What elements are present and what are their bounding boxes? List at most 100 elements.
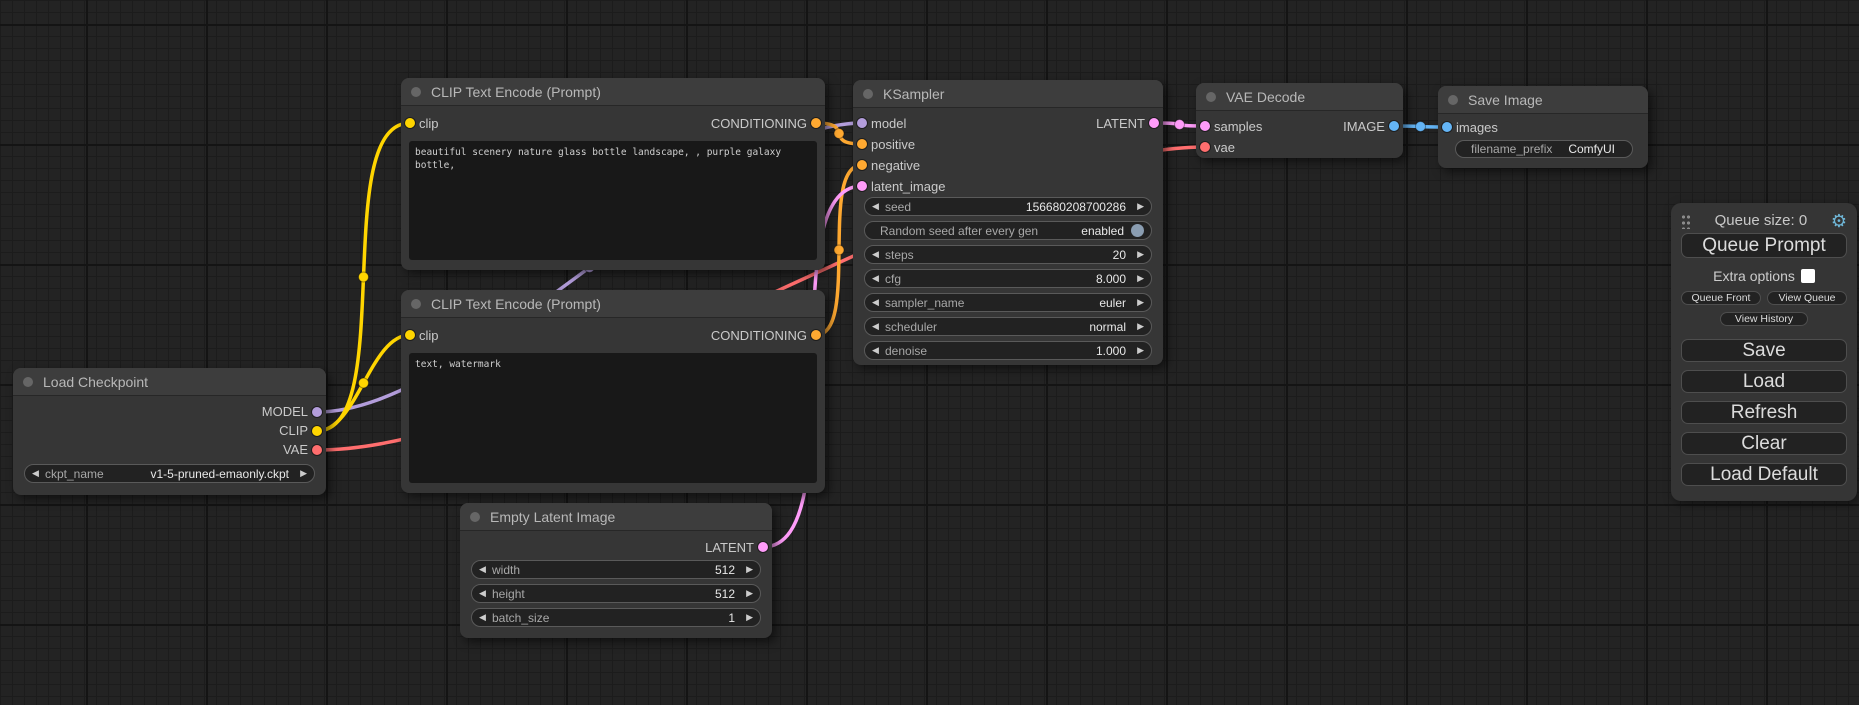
- decrement-arrow-icon[interactable]: ◀: [479, 612, 492, 623]
- collapse-dot-icon[interactable]: [1206, 92, 1216, 102]
- input-port-vae[interactable]: [1200, 142, 1210, 152]
- increment-arrow-icon[interactable]: ▶: [1131, 273, 1144, 284]
- decrement-arrow-icon[interactable]: ◀: [872, 273, 885, 284]
- increment-arrow-icon[interactable]: ▶: [740, 564, 753, 575]
- output-port-vae[interactable]: [312, 445, 322, 455]
- output-port-model[interactable]: [312, 407, 322, 417]
- node-clip-text-encode-negative[interactable]: CLIP Text Encode (Prompt) clip CONDITION…: [401, 290, 825, 493]
- input-port-positive[interactable]: [857, 139, 867, 149]
- clear-button[interactable]: Clear: [1681, 432, 1847, 455]
- decrement-arrow-icon[interactable]: ◀: [872, 297, 885, 308]
- sampler-name-widget[interactable]: ◀ sampler_name euler ▶: [864, 293, 1152, 312]
- settings-gear-icon[interactable]: ⚙: [1831, 213, 1847, 229]
- save-button[interactable]: Save: [1681, 339, 1847, 362]
- node-save-image[interactable]: Save Image images filename_prefix ComfyU…: [1438, 86, 1648, 168]
- link-midpoint-dot-image-to-save[interactable]: [1416, 122, 1426, 132]
- input-label-samples: samples: [1214, 119, 1262, 134]
- decrement-arrow-icon[interactable]: ◀: [872, 249, 885, 260]
- ckpt-name-widget[interactable]: ◀ ckpt_name v1-5-pruned-emaonly.ckpt ▶: [24, 464, 315, 483]
- node-title: CLIP Text Encode (Prompt): [431, 84, 601, 100]
- node-title-bar[interactable]: Empty Latent Image: [460, 503, 772, 531]
- input-port-samples[interactable]: [1200, 121, 1210, 131]
- node-ksampler[interactable]: KSampler model LATENT positive negative …: [853, 80, 1163, 365]
- collapse-dot-icon[interactable]: [411, 299, 421, 309]
- increment-arrow-icon[interactable]: ▶: [740, 588, 753, 599]
- queue-prompt-button[interactable]: Queue Prompt: [1681, 233, 1847, 258]
- node-vae-decode[interactable]: VAE Decode samples IMAGE vae: [1196, 83, 1403, 158]
- decrement-arrow-icon[interactable]: ◀: [479, 588, 492, 599]
- decrement-arrow-icon[interactable]: ◀: [479, 564, 492, 575]
- link-midpoint-dot-negative-conditioning[interactable]: [834, 245, 844, 255]
- increment-arrow-icon[interactable]: ▶: [1131, 321, 1144, 332]
- load-default-button[interactable]: Load Default: [1681, 463, 1847, 486]
- input-port-images[interactable]: [1442, 122, 1452, 132]
- decrement-arrow-icon[interactable]: ◀: [872, 201, 885, 212]
- increment-arrow-icon[interactable]: ▶: [1131, 201, 1144, 212]
- link-midpoint-dot-clip-to-negative-encode[interactable]: [359, 378, 369, 388]
- increment-arrow-icon[interactable]: ▶: [1131, 345, 1144, 356]
- queue-size-label: Queue size: 0: [1691, 212, 1831, 229]
- input-port-model[interactable]: [857, 118, 867, 128]
- view-queue-button[interactable]: View Queue: [1767, 291, 1847, 305]
- increment-arrow-icon[interactable]: ▶: [294, 468, 307, 479]
- view-history-button[interactable]: View History: [1720, 312, 1808, 326]
- link-midpoint-dot-positive-conditioning[interactable]: [834, 129, 844, 139]
- queue-front-button[interactable]: Queue Front: [1681, 291, 1761, 305]
- seed-widget[interactable]: ◀ seed 156680208700286 ▶: [864, 197, 1152, 216]
- node-title-bar[interactable]: CLIP Text Encode (Prompt): [401, 290, 825, 318]
- height-widget[interactable]: ◀ height 512 ▶: [471, 584, 761, 603]
- node-title: KSampler: [883, 86, 944, 102]
- node-title-bar[interactable]: VAE Decode: [1196, 83, 1403, 111]
- output-port-clip[interactable]: [312, 426, 322, 436]
- toggle-dot-icon[interactable]: [1131, 224, 1144, 237]
- node-clip-text-encode-positive[interactable]: CLIP Text Encode (Prompt) clip CONDITION…: [401, 78, 825, 270]
- collapse-dot-icon[interactable]: [1448, 95, 1458, 105]
- increment-arrow-icon[interactable]: ▶: [740, 612, 753, 623]
- decrement-arrow-icon[interactable]: ◀: [872, 321, 885, 332]
- output-label-vae: VAE: [283, 442, 308, 457]
- node-title-bar[interactable]: CLIP Text Encode (Prompt): [401, 78, 825, 106]
- link-midpoint-dot-clip-to-positive-encode[interactable]: [359, 272, 369, 282]
- node-title-bar[interactable]: KSampler: [853, 80, 1163, 108]
- node-title-bar[interactable]: Save Image: [1438, 86, 1648, 114]
- scheduler-widget[interactable]: ◀ scheduler normal ▶: [864, 317, 1152, 336]
- random-seed-toggle-widget[interactable]: Random seed after every gen enabled: [864, 221, 1152, 240]
- input-port-clip[interactable]: [405, 118, 415, 128]
- output-port-image[interactable]: [1389, 121, 1399, 131]
- collapse-dot-icon[interactable]: [863, 89, 873, 99]
- widget-value: enabled: [1081, 224, 1124, 238]
- refresh-button[interactable]: Refresh: [1681, 401, 1847, 424]
- input-port-negative[interactable]: [857, 160, 867, 170]
- negative-prompt-textarea[interactable]: text, watermark: [409, 353, 817, 483]
- output-port-conditioning[interactable]: [811, 330, 821, 340]
- link-midpoint-dot-latent-to-decode[interactable]: [1175, 120, 1185, 130]
- collapse-dot-icon[interactable]: [23, 377, 33, 387]
- output-port-latent[interactable]: [1149, 118, 1159, 128]
- input-port-latent-image[interactable]: [857, 181, 867, 191]
- batch-size-widget[interactable]: ◀ batch_size 1 ▶: [471, 608, 761, 627]
- output-port-latent[interactable]: [758, 542, 768, 552]
- denoise-widget[interactable]: ◀ denoise 1.000 ▶: [864, 341, 1152, 360]
- increment-arrow-icon[interactable]: ▶: [1131, 249, 1144, 260]
- collapse-dot-icon[interactable]: [470, 512, 480, 522]
- node-load-checkpoint[interactable]: Load Checkpoint MODEL CLIP VAE ◀ ckpt_na…: [13, 368, 326, 495]
- increment-arrow-icon[interactable]: ▶: [1131, 297, 1144, 308]
- extra-options-checkbox[interactable]: [1801, 269, 1815, 283]
- steps-widget[interactable]: ◀ steps 20 ▶: [864, 245, 1152, 264]
- widget-label: sampler_name: [885, 296, 1094, 310]
- input-port-clip[interactable]: [405, 330, 415, 340]
- output-port-conditioning[interactable]: [811, 118, 821, 128]
- widget-label: denoise: [885, 344, 1091, 358]
- decrement-arrow-icon[interactable]: ◀: [872, 345, 885, 356]
- width-widget[interactable]: ◀ width 512 ▶: [471, 560, 761, 579]
- load-button[interactable]: Load: [1681, 370, 1847, 393]
- positive-prompt-textarea[interactable]: beautiful scenery nature glass bottle la…: [409, 141, 817, 260]
- collapse-dot-icon[interactable]: [411, 87, 421, 97]
- drag-handle-icon[interactable]: [1681, 213, 1691, 229]
- node-empty-latent-image[interactable]: Empty Latent Image LATENT ◀ width 512 ▶ …: [460, 503, 772, 638]
- decrement-arrow-icon[interactable]: ◀: [32, 468, 45, 479]
- node-title-bar[interactable]: Load Checkpoint: [13, 368, 326, 396]
- cfg-widget[interactable]: ◀ cfg 8.000 ▶: [864, 269, 1152, 288]
- filename-prefix-widget[interactable]: filename_prefix ComfyUI: [1455, 140, 1633, 158]
- comfyui-canvas[interactable]: { "ui": { "arrow_left": "◀", "arrow_righ…: [0, 0, 1859, 705]
